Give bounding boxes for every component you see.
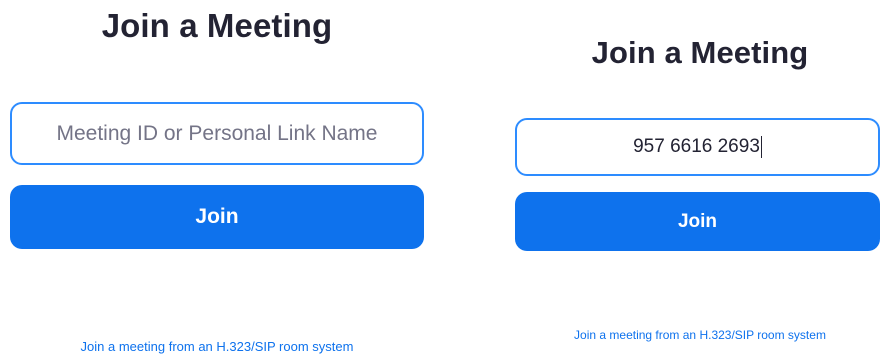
sip-room-system-link[interactable]: Join a meeting from an H.323/SIP room sy… xyxy=(10,339,424,354)
join-meeting-panel-filled: Join a Meeting 957 6616 2693 Join Join a… xyxy=(515,0,880,354)
text-cursor xyxy=(760,136,762,158)
meeting-id-input[interactable]: Meeting ID or Personal Link Name xyxy=(10,102,424,165)
meeting-id-value: 957 6616 2693 xyxy=(633,136,760,157)
page-title: Join a Meeting xyxy=(101,7,333,44)
meeting-id-placeholder: Meeting ID or Personal Link Name xyxy=(56,121,378,145)
join-meeting-panel-empty: Join a Meeting Meeting ID or Personal Li… xyxy=(10,0,424,354)
join-button[interactable]: Join xyxy=(10,185,424,249)
join-meeting-comparison: Join a Meeting Meeting ID or Personal Li… xyxy=(0,0,880,354)
meeting-id-input[interactable]: 957 6616 2693 xyxy=(515,118,880,176)
join-button[interactable]: Join xyxy=(515,192,880,251)
page-title: Join a Meeting xyxy=(591,35,809,70)
sip-room-system-link[interactable]: Join a meeting from an H.323/SIP room sy… xyxy=(515,327,880,343)
